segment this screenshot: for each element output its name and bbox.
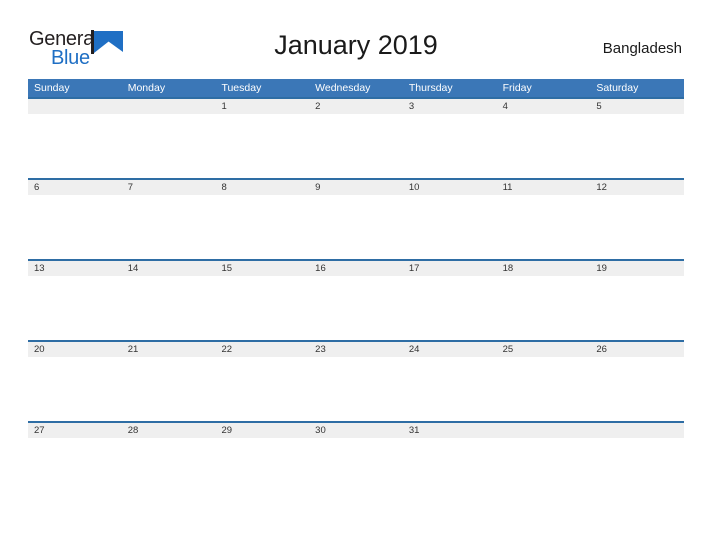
day-number[interactable]: 26 [590, 342, 684, 357]
day-cell[interactable] [122, 114, 216, 178]
week-body-band [28, 195, 684, 259]
day-cell[interactable] [28, 114, 122, 178]
day-cell[interactable] [309, 114, 403, 178]
day-cell[interactable] [403, 438, 497, 502]
day-number[interactable]: 21 [122, 342, 216, 357]
day-cell[interactable] [403, 357, 497, 421]
day-cell[interactable] [590, 114, 684, 178]
week-body-band [28, 114, 684, 178]
day-number[interactable]: 30 [309, 423, 403, 438]
day-number[interactable]: 10 [403, 180, 497, 195]
day-cell[interactable] [309, 357, 403, 421]
day-number[interactable]: 8 [215, 180, 309, 195]
day-cell[interactable] [309, 195, 403, 259]
day-number[interactable]: 28 [122, 423, 216, 438]
day-cell[interactable] [590, 276, 684, 340]
weekday-header-row: Sunday Monday Tuesday Wednesday Thursday… [28, 79, 684, 97]
day-cell[interactable] [497, 276, 591, 340]
day-number[interactable] [28, 99, 122, 114]
day-number[interactable]: 11 [497, 180, 591, 195]
day-cell[interactable] [122, 276, 216, 340]
day-number[interactable]: 7 [122, 180, 216, 195]
day-cell[interactable] [309, 276, 403, 340]
page-header: General Blue January 2019 Bangladesh [0, 0, 712, 78]
week-body-band [28, 438, 684, 502]
week-date-band: 20 21 22 23 24 25 26 [28, 340, 684, 357]
day-cell[interactable] [215, 114, 309, 178]
day-number[interactable]: 12 [590, 180, 684, 195]
day-cell[interactable] [497, 357, 591, 421]
weekday-header-tuesday: Tuesday [221, 82, 262, 94]
day-number[interactable] [590, 423, 684, 438]
week-body-band [28, 276, 684, 340]
day-cell[interactable] [590, 195, 684, 259]
weekday-header-monday: Monday [127, 82, 166, 94]
day-number[interactable]: 16 [309, 261, 403, 276]
day-cell[interactable] [122, 438, 216, 502]
day-cell[interactable] [497, 114, 591, 178]
week-date-band: 13 14 15 16 17 18 19 [28, 259, 684, 276]
calendar-week-row: 13 14 15 16 17 18 19 [28, 259, 684, 340]
day-number[interactable]: 20 [28, 342, 122, 357]
calendar-week-row: 27 28 29 30 31 [28, 421, 684, 502]
day-number[interactable]: 22 [215, 342, 309, 357]
day-cell[interactable] [590, 357, 684, 421]
day-cell[interactable] [215, 276, 309, 340]
week-date-band: 27 28 29 30 31 [28, 421, 684, 438]
day-cell[interactable] [28, 357, 122, 421]
day-number[interactable]: 25 [497, 342, 591, 357]
day-cell[interactable] [590, 438, 684, 502]
weekday-header-thursday: Thursday [408, 82, 453, 94]
day-number[interactable]: 17 [403, 261, 497, 276]
day-number[interactable]: 24 [403, 342, 497, 357]
day-cell[interactable] [215, 195, 309, 259]
weekday-header-sunday: Sunday [34, 82, 70, 94]
day-cell[interactable] [28, 195, 122, 259]
week-date-band: 6 7 8 9 10 11 12 [28, 178, 684, 195]
day-cell[interactable] [215, 357, 309, 421]
day-number[interactable]: 13 [28, 261, 122, 276]
day-number[interactable]: 27 [28, 423, 122, 438]
day-number[interactable]: 6 [28, 180, 122, 195]
day-cell[interactable] [122, 195, 216, 259]
calendar-week-row: 6 7 8 9 10 11 12 [28, 178, 684, 259]
day-number[interactable]: 9 [309, 180, 403, 195]
day-number[interactable]: 14 [122, 261, 216, 276]
day-cell[interactable] [497, 195, 591, 259]
day-number[interactable]: 2 [309, 99, 403, 114]
day-cell[interactable] [122, 357, 216, 421]
region-label: Bangladesh [602, 40, 682, 57]
day-cell[interactable] [28, 276, 122, 340]
day-cell[interactable] [497, 438, 591, 502]
day-cell[interactable] [309, 438, 403, 502]
day-number[interactable]: 3 [403, 99, 497, 114]
day-number[interactable]: 18 [497, 261, 591, 276]
calendar-week-row: 1 2 3 4 5 [28, 97, 684, 178]
day-number[interactable] [122, 99, 216, 114]
day-number[interactable]: 31 [403, 423, 497, 438]
calendar-week-row: 20 21 22 23 24 25 26 [28, 340, 684, 421]
day-number[interactable]: 23 [309, 342, 403, 357]
week-date-band: 1 2 3 4 5 [28, 97, 684, 114]
day-number[interactable]: 1 [215, 99, 309, 114]
day-cell[interactable] [403, 114, 497, 178]
day-number[interactable]: 5 [590, 99, 684, 114]
day-cell[interactable] [215, 438, 309, 502]
weekday-header-friday: Friday [502, 82, 532, 94]
day-cell[interactable] [403, 276, 497, 340]
weekday-header-wednesday: Wednesday [315, 82, 371, 94]
day-number[interactable]: 29 [215, 423, 309, 438]
calendar-grid: Sunday Monday Tuesday Wednesday Thursday… [28, 79, 684, 502]
day-number[interactable] [497, 423, 591, 438]
weekday-header-saturday: Saturday [596, 82, 639, 94]
day-number[interactable]: 4 [497, 99, 591, 114]
day-cell[interactable] [403, 195, 497, 259]
day-number[interactable]: 15 [215, 261, 309, 276]
week-body-band [28, 357, 684, 421]
day-number[interactable]: 19 [590, 261, 684, 276]
day-cell[interactable] [28, 438, 122, 502]
